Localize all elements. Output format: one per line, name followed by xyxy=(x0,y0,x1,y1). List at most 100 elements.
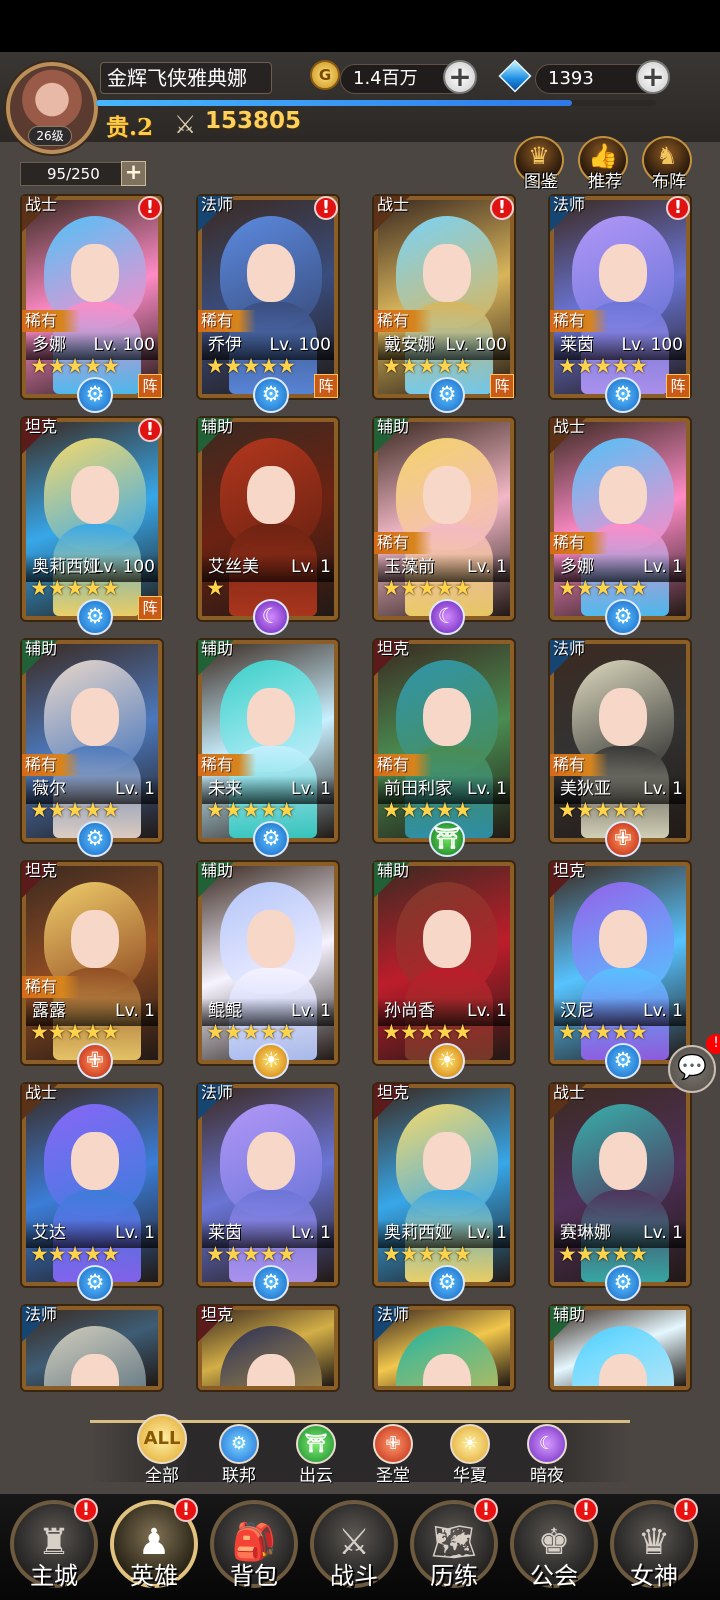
hero-star-rating: ★★★★★ xyxy=(558,354,648,378)
hero-card[interactable]: 法师 xyxy=(374,1306,514,1390)
hero-face xyxy=(599,244,647,302)
faction-filter-label: 联邦 xyxy=(222,1466,256,1486)
faction-icon: ☀ xyxy=(429,1043,465,1079)
nav-6[interactable]: ♛! 女神 xyxy=(610,1498,698,1598)
nav-3[interactable]: ⚔ 战斗 xyxy=(310,1500,398,1598)
faction-filter-2[interactable]: ⛩ 出云 xyxy=(287,1424,345,1486)
recommend-button[interactable]: 👍 推荐 xyxy=(578,136,628,192)
faction-filter-5[interactable]: ☾ 暗夜 xyxy=(518,1424,576,1486)
hero-card[interactable]: 坦克 汉尼 Lv. 1 ★★★★★ ⚙ xyxy=(550,862,690,1079)
hero-role-badge: 坦克 xyxy=(198,1306,234,1344)
hero-card[interactable]: 辅助 稀有 薇尔 Lv. 1 ★★★★★ ⚙ xyxy=(22,640,162,857)
nav-4[interactable]: 🗺! 历练 xyxy=(410,1498,498,1598)
combat-power: 153805 xyxy=(205,108,302,134)
collection-button[interactable]: ♛ 图鉴 xyxy=(514,136,564,192)
hero-face xyxy=(71,688,119,746)
nav-2[interactable]: 🎒 背包 xyxy=(210,1500,298,1598)
hero-star-rating: ★★★★★ xyxy=(558,798,648,822)
nav-1[interactable]: ♟! 英雄 xyxy=(110,1498,198,1598)
faction-icon: ☀ xyxy=(253,1043,289,1079)
hero-card[interactable]: 辅助 孙尚香 Lv. 1 ★★★★★ ☀ xyxy=(374,862,514,1079)
hero-card[interactable]: 坦克 xyxy=(198,1306,338,1390)
vip-rank: 贵.2 xyxy=(106,114,154,141)
hero-card[interactable]: 战士! 稀有 多娜 Lv. 100 ★★★★★ ⚙ 阵 xyxy=(22,196,162,413)
hero-card[interactable]: 辅助 稀有 玉藻前 Lv. 1 ★★★★★ ☾ xyxy=(374,418,514,635)
rarity-badge: 稀有 xyxy=(198,754,256,776)
hero-card[interactable]: 战士! 稀有 戴安娜 Lv. 100 ★★★★★ ⚙ 阵 xyxy=(374,196,514,413)
hero-role-badge: 坦克 xyxy=(22,418,58,456)
hero-role-badge: 坦克 xyxy=(374,640,410,678)
faction-icon: ⚙ xyxy=(605,377,641,413)
hero-role-badge: 战士 xyxy=(22,196,58,234)
hero-alert-icon: ! xyxy=(666,196,690,220)
hero-star-rating: ★★★★★ xyxy=(558,576,648,600)
hero-card[interactable]: 战士 稀有 多娜 Lv. 1 ★★★★★ ⚙ xyxy=(550,418,690,635)
expand-capacity-button[interactable]: + xyxy=(121,161,146,186)
hero-card[interactable]: 辅助 艾丝美 Lv. 1 ★ ☾ xyxy=(198,418,338,635)
hero-face xyxy=(599,1132,647,1190)
formation-badge: 阵 xyxy=(138,596,162,620)
nav-alert-icon: ! xyxy=(474,1498,498,1522)
hero-card[interactable]: 坦克 奥莉西娅 Lv. 1 ★★★★★ ⚙ xyxy=(374,1084,514,1301)
hero-role-badge: 战士 xyxy=(374,196,410,234)
hero-card[interactable]: 法师! 稀有 乔伊 Lv. 100 ★★★★★ ⚙ 阵 xyxy=(198,196,338,413)
hero-role-badge: 坦克 xyxy=(550,862,586,900)
faction-icon: ⚙ xyxy=(605,1043,641,1079)
collection-label: 图鉴 xyxy=(524,172,558,192)
hero-level: Lv. 1 xyxy=(115,779,155,799)
hero-card[interactable]: 法师 莱茵 Lv. 1 ★★★★★ ⚙ xyxy=(198,1084,338,1301)
faction-filter-3[interactable]: ✙ 圣堂 xyxy=(364,1424,422,1486)
faction-icon: ⚙ xyxy=(77,1265,113,1301)
hero-card[interactable]: 坦克 稀有 露露 Lv. 1 ★★★★★ ✙ xyxy=(22,862,162,1079)
hero-card[interactable]: 辅助 稀有 未来 Lv. 1 ★★★★★ ⚙ xyxy=(198,640,338,857)
chat-button[interactable]: 💬 xyxy=(668,1045,716,1093)
hero-level: Lv. 1 xyxy=(291,557,331,577)
faction-filter-4[interactable]: ☀ 华夏 xyxy=(441,1424,499,1486)
hero-card[interactable]: 法师 稀有 美狄亚 Lv. 1 ★★★★★ ✙ xyxy=(550,640,690,857)
add-gem-button[interactable]: + xyxy=(636,60,670,94)
formation-button[interactable]: ♞ 布阵 xyxy=(642,136,692,192)
hero-card[interactable]: 战士 赛琳娜 Lv. 1 ★★★★★ ⚙ xyxy=(550,1084,690,1301)
hero-card[interactable]: 法师 xyxy=(22,1306,162,1390)
faction-filter-1[interactable]: ⚙ 联邦 xyxy=(210,1424,268,1486)
nav-label: 历练 xyxy=(430,1562,478,1590)
hero-star-rating: ★★★★★ xyxy=(30,1020,120,1044)
experience-fill xyxy=(96,100,572,106)
recommend-icon: 👍 xyxy=(588,142,618,170)
hero-role-badge: 战士 xyxy=(550,1084,586,1122)
hero-star-rating: ★★★★★ xyxy=(382,1242,472,1266)
nav-5[interactable]: ♚! 公会 xyxy=(510,1498,598,1598)
hero-role-badge: 坦克 xyxy=(374,1084,410,1122)
hero-card[interactable]: 战士 艾达 Lv. 1 ★★★★★ ⚙ xyxy=(22,1084,162,1301)
hero-role-badge: 辅助 xyxy=(198,640,234,678)
hero-face xyxy=(423,1132,471,1190)
hero-alert-icon: ! xyxy=(490,196,514,220)
add-gold-button[interactable]: + xyxy=(443,60,477,94)
faction-filter-icon: ☀ xyxy=(450,1424,490,1464)
hero-star-rating: ★★★★★ xyxy=(558,1020,648,1044)
hero-role-badge: 法师 xyxy=(198,196,234,234)
hero-alert-icon: ! xyxy=(138,418,162,442)
hero-role-badge: 坦克 xyxy=(22,862,58,900)
hero-card[interactable]: 坦克 稀有 前田利家 Lv. 1 ★★★★★ ⛩ xyxy=(374,640,514,857)
hero-level: Lv. 1 xyxy=(643,1223,683,1243)
nav-0[interactable]: ♜! 主城 xyxy=(10,1498,98,1598)
hero-role-badge: 辅助 xyxy=(198,418,234,456)
hero-face xyxy=(247,688,295,746)
rarity-badge: 稀有 xyxy=(374,754,432,776)
hero-face xyxy=(599,466,647,524)
hero-card[interactable]: 辅助 鲲鲲 Lv. 1 ★★★★★ ☀ xyxy=(198,862,338,1079)
hero-level: Lv. 1 xyxy=(291,1001,331,1021)
hero-level: Lv. 1 xyxy=(115,1223,155,1243)
faction-icon: ⚙ xyxy=(605,599,641,635)
hero-card[interactable]: 辅助 xyxy=(550,1306,690,1390)
hero-card[interactable]: 坦克! 奥莉西娅 Lv. 100 ★★★★★ ⚙ 阵 xyxy=(22,418,162,635)
hero-alert-icon: ! xyxy=(314,196,338,220)
formation-badge: 阵 xyxy=(666,374,690,398)
hero-star-rating: ★★★★★ xyxy=(30,798,120,822)
faction-filter-0[interactable]: ALL 全部 xyxy=(133,1414,191,1486)
hero-star-rating: ★★★★★ xyxy=(382,798,472,822)
hero-star-rating: ★★★★★ xyxy=(382,1020,472,1044)
hero-star-rating: ★ xyxy=(206,576,225,600)
hero-card[interactable]: 法师! 稀有 莱茵 Lv. 100 ★★★★★ ⚙ 阵 xyxy=(550,196,690,413)
